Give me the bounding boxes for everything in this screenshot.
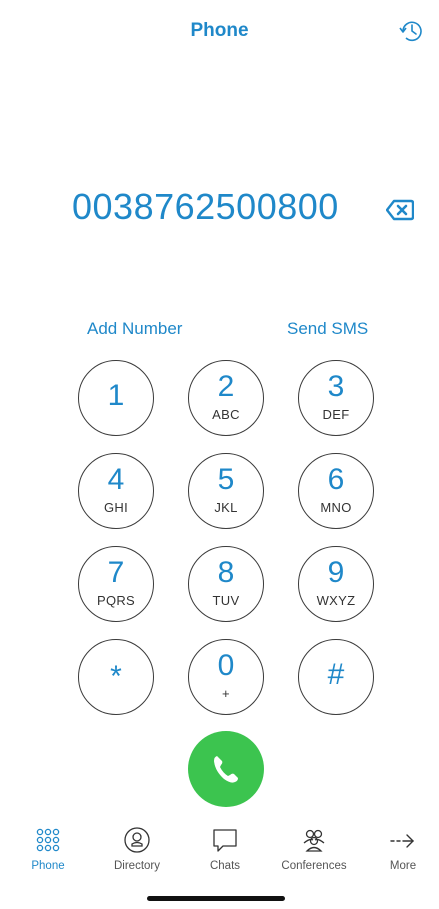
key-letters: PQRS [96,593,136,608]
tab-conferences[interactable]: Conferences [269,826,359,872]
key-digit: 8 [217,556,235,589]
key-4[interactable]: 4 GHI [78,453,154,529]
key-letters: WXYZ [316,593,356,608]
dialed-number[interactable]: 0038762500800 [72,186,339,228]
contact-person-icon [124,827,150,853]
key-digit: 6 [327,463,345,496]
number-display-row: 0038762500800 [0,186,439,236]
chat-bubble-icon [213,829,237,852]
send-sms-link[interactable]: Send SMS [287,319,368,339]
key-3[interactable]: 3 DEF [298,360,374,436]
key-digit: # [327,658,345,691]
backspace-icon[interactable] [385,199,415,221]
tab-phone[interactable]: Phone [3,826,93,872]
arrow-right-icon [390,834,414,848]
key-1[interactable]: 1 [78,360,154,436]
keypad-grid-icon [36,828,60,852]
key-letters: + [222,686,230,701]
key-digit: 1 [107,379,125,412]
tab-bar: Phone Directory Chats Conferences More [0,826,439,886]
tab-label: Chats [209,860,241,872]
key-letters: JKL [214,500,238,515]
group-people-icon [303,829,325,852]
tab-chats[interactable]: Chats [180,826,270,872]
add-number-link[interactable]: Add Number [87,319,182,339]
key-9[interactable]: 9 WXYZ [298,546,374,622]
key-letters: TUV [212,593,240,608]
key-digit: * [110,660,122,693]
call-button[interactable] [188,731,264,807]
tab-label: Directory [113,860,160,872]
history-clock-icon[interactable] [397,16,427,46]
key-digit: 0 [217,649,235,682]
key-hash[interactable]: # [298,639,374,715]
key-digit: 9 [327,556,345,589]
key-letters: MNO [320,500,352,515]
tab-label: More [389,860,417,872]
phone-handset-icon [214,756,238,783]
key-letters: DEF [322,407,350,422]
key-digit: 3 [327,370,345,403]
tab-directory[interactable]: Directory [92,826,182,872]
key-7[interactable]: 7 PQRS [78,546,154,622]
key-digit: 4 [107,463,125,496]
key-8[interactable]: 8 TUV [188,546,264,622]
tab-label: Conferences [281,860,347,872]
key-0[interactable]: 0 + [188,639,264,715]
key-5[interactable]: 5 JKL [188,453,264,529]
key-star[interactable]: * [78,639,154,715]
key-letters: ABC [212,407,240,422]
key-2[interactable]: 2 ABC [188,360,264,436]
key-6[interactable]: 6 MNO [298,453,374,529]
key-digit: 7 [107,556,125,589]
tab-label: Phone [31,860,65,872]
header: Phone [0,0,439,60]
tab-more[interactable]: More [358,826,439,872]
key-digit: 2 [217,370,235,403]
key-digit: 5 [217,463,235,496]
page-title: Phone [190,20,249,41]
key-letters: GHI [103,500,128,515]
home-indicator [147,896,285,901]
